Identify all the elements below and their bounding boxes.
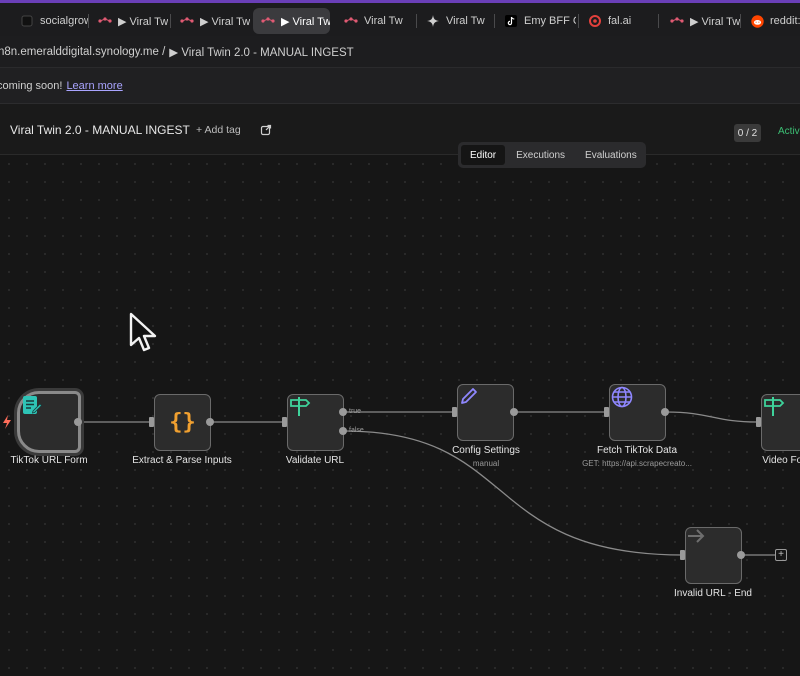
banner-text: coming soon! bbox=[0, 79, 63, 92]
tab-executions[interactable]: Executions bbox=[507, 145, 574, 165]
trigger-bolt-icon bbox=[3, 415, 11, 429]
node-fetch-tiktok-data[interactable] bbox=[609, 384, 666, 441]
browser-tab-viral-twin-5[interactable]: Viral Tw bbox=[418, 8, 492, 34]
workflow-title[interactable]: Viral Twin 2.0 - MANUAL INGEST bbox=[10, 123, 190, 137]
add-tag-button[interactable]: + Add tag bbox=[196, 124, 241, 136]
node-extract-parse-inputs[interactable]: {} bbox=[154, 394, 211, 451]
learn-more-link[interactable]: Learn more bbox=[66, 80, 122, 92]
output-port[interactable] bbox=[206, 418, 214, 426]
code-braces-icon: {} bbox=[169, 410, 196, 435]
tiktok-icon bbox=[504, 14, 518, 28]
browser-tab-bar: socialgrow ▶ Viral Tw ▶ Viral Tw ▶ Viral… bbox=[0, 0, 800, 36]
edge-fetch-to-video bbox=[665, 411, 758, 423]
browser-tab-viral-twin-1[interactable]: ▶ Viral Tw bbox=[90, 8, 168, 34]
announcement-banner: coming soon! Learn more bbox=[0, 68, 800, 104]
edge-label-false: false bbox=[349, 427, 364, 434]
n8n-logo-icon bbox=[670, 14, 684, 28]
output-port[interactable] bbox=[74, 418, 82, 426]
node-label-extract-parse: Extract & Parse Inputs bbox=[132, 455, 232, 466]
tab-separator bbox=[416, 14, 417, 28]
node-invalid-url-end[interactable] bbox=[685, 527, 742, 584]
output-port[interactable] bbox=[661, 408, 669, 416]
external-link-icon[interactable] bbox=[260, 123, 272, 136]
node-tiktok-url-form[interactable] bbox=[17, 391, 81, 453]
tab-separator bbox=[740, 14, 741, 28]
breadcrumb-host[interactable]: n8n.emeralddigital.synology.me / bbox=[0, 46, 165, 58]
browser-tab-viral-twin-6[interactable]: ▶ Viral Tw bbox=[662, 8, 740, 34]
browser-tab-viral-twin-active[interactable]: ▶ Viral Tw bbox=[253, 8, 330, 34]
node-label-validate-url: Validate URL bbox=[285, 455, 345, 466]
browser-tab-fal[interactable]: fal.ai bbox=[580, 8, 656, 34]
n8n-logo-icon bbox=[261, 14, 275, 28]
browser-tab-viral-twin-2[interactable]: ▶ Viral Tw bbox=[172, 8, 250, 34]
node-label-config-settings: Config Settings bbox=[452, 445, 520, 456]
gemini-icon bbox=[426, 14, 440, 28]
node-label-tiktok-url-form: TikTok URL Form bbox=[10, 455, 88, 466]
node-config-settings[interactable] bbox=[457, 384, 514, 441]
reddit-icon bbox=[750, 14, 764, 28]
node-label-fetch-tiktok: Fetch TikTok Data bbox=[596, 445, 678, 456]
node-label-invalid-url: Invalid URL - End bbox=[674, 588, 752, 599]
browser-tab-viral-twin-4[interactable]: Viral Tw bbox=[336, 8, 414, 34]
browser-tab-socialgrow[interactable]: socialgrow bbox=[12, 8, 88, 34]
browser-tab-reddit[interactable]: reddit: t bbox=[742, 8, 800, 34]
n8n-logo-icon bbox=[344, 14, 358, 28]
node-sub-fetch-tiktok: GET: https://api.scrapecreato... bbox=[582, 459, 692, 468]
tab-editor[interactable]: Editor bbox=[461, 145, 506, 165]
tab-separator bbox=[578, 14, 579, 28]
output-port-true[interactable] bbox=[339, 408, 347, 416]
output-port-false[interactable] bbox=[339, 427, 347, 435]
breadcrumb-workflow[interactable]: ▶ Viral Twin 2.0 - MANUAL INGEST bbox=[169, 45, 353, 59]
output-port[interactable] bbox=[737, 551, 745, 559]
edge-label-true: true bbox=[349, 408, 362, 415]
dark-square-icon bbox=[20, 14, 34, 28]
workflow-canvas[interactable]: TikTok URL Form {} Extract & Parse Input… bbox=[0, 155, 800, 676]
n8n-logo-icon bbox=[98, 14, 112, 28]
tab-separator bbox=[658, 14, 659, 28]
add-node-plus-button[interactable]: + bbox=[775, 549, 787, 561]
view-tabs: Editor Executions Evaluations bbox=[458, 142, 646, 168]
node-sub-config-settings: manual bbox=[472, 459, 500, 468]
active-status-label[interactable]: Activ bbox=[778, 126, 800, 137]
tab-separator bbox=[88, 14, 89, 28]
n8n-logo-icon bbox=[180, 14, 194, 28]
node-label-video-found: Video Fou bbox=[762, 455, 800, 466]
mouse-cursor-icon bbox=[129, 312, 157, 352]
fal-icon bbox=[588, 14, 602, 28]
node-video-found[interactable] bbox=[761, 394, 800, 451]
tab-evaluations[interactable]: Evaluations bbox=[576, 145, 646, 165]
breadcrumb: n8n.emeralddigital.synology.me / ▶ Viral… bbox=[0, 36, 800, 68]
tab-separator bbox=[494, 14, 495, 28]
output-port[interactable] bbox=[510, 408, 518, 416]
version-counter-badge: 0 / 2 bbox=[734, 124, 761, 142]
node-validate-url[interactable] bbox=[287, 394, 344, 451]
browser-tab-tiktok[interactable]: Emy BFF C bbox=[496, 8, 576, 34]
tab-separator bbox=[170, 14, 171, 28]
workflow-header: Viral Twin 2.0 - MANUAL INGEST + Add tag… bbox=[0, 104, 800, 155]
